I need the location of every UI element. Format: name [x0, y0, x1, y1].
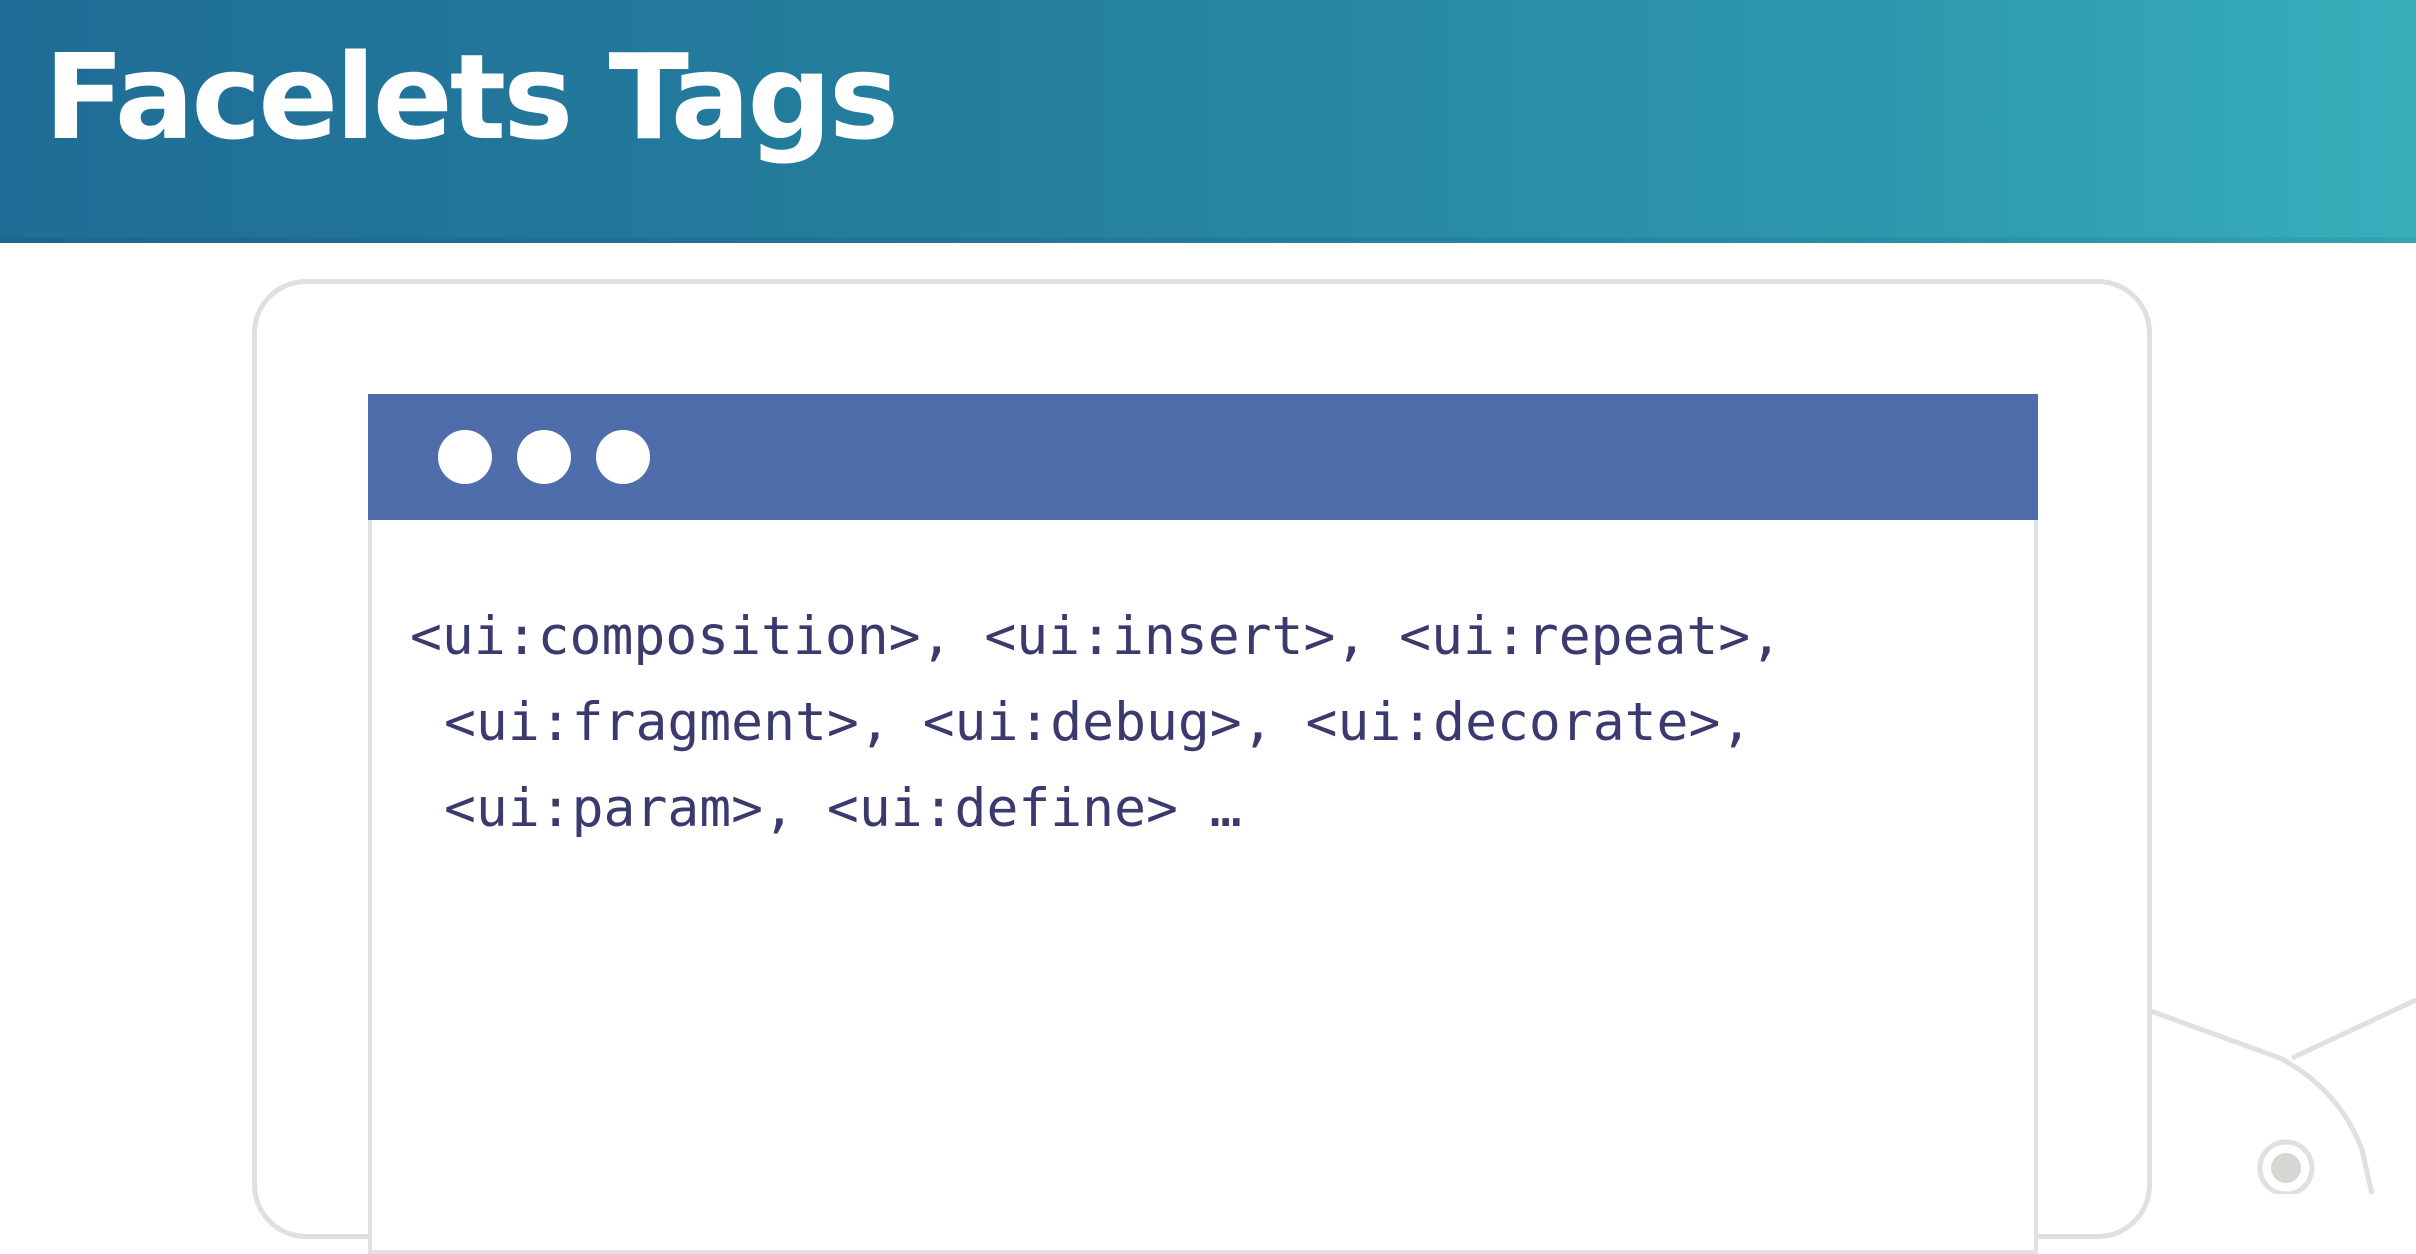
window-dot-icon [438, 430, 492, 484]
device-illustration [2147, 997, 2416, 1194]
slide-title: Facelets Tags [44, 28, 899, 166]
header-banner: Facelets Tags [0, 0, 2416, 243]
browser-window: <ui:composition>, <ui:insert>, <ui:repea… [368, 394, 2038, 1254]
window-dot-icon [596, 430, 650, 484]
code-line: <ui:fragment>, <ui:debug>, <ui:decorate>… [444, 692, 1753, 753]
browser-titlebar [368, 394, 2038, 520]
code-line: <ui:composition>, <ui:insert>, <ui:repea… [410, 606, 1783, 667]
code-line: <ui:param>, <ui:define> … [444, 778, 1242, 839]
window-dot-icon [517, 430, 571, 484]
code-block: <ui:composition>, <ui:insert>, <ui:repea… [410, 594, 2010, 852]
